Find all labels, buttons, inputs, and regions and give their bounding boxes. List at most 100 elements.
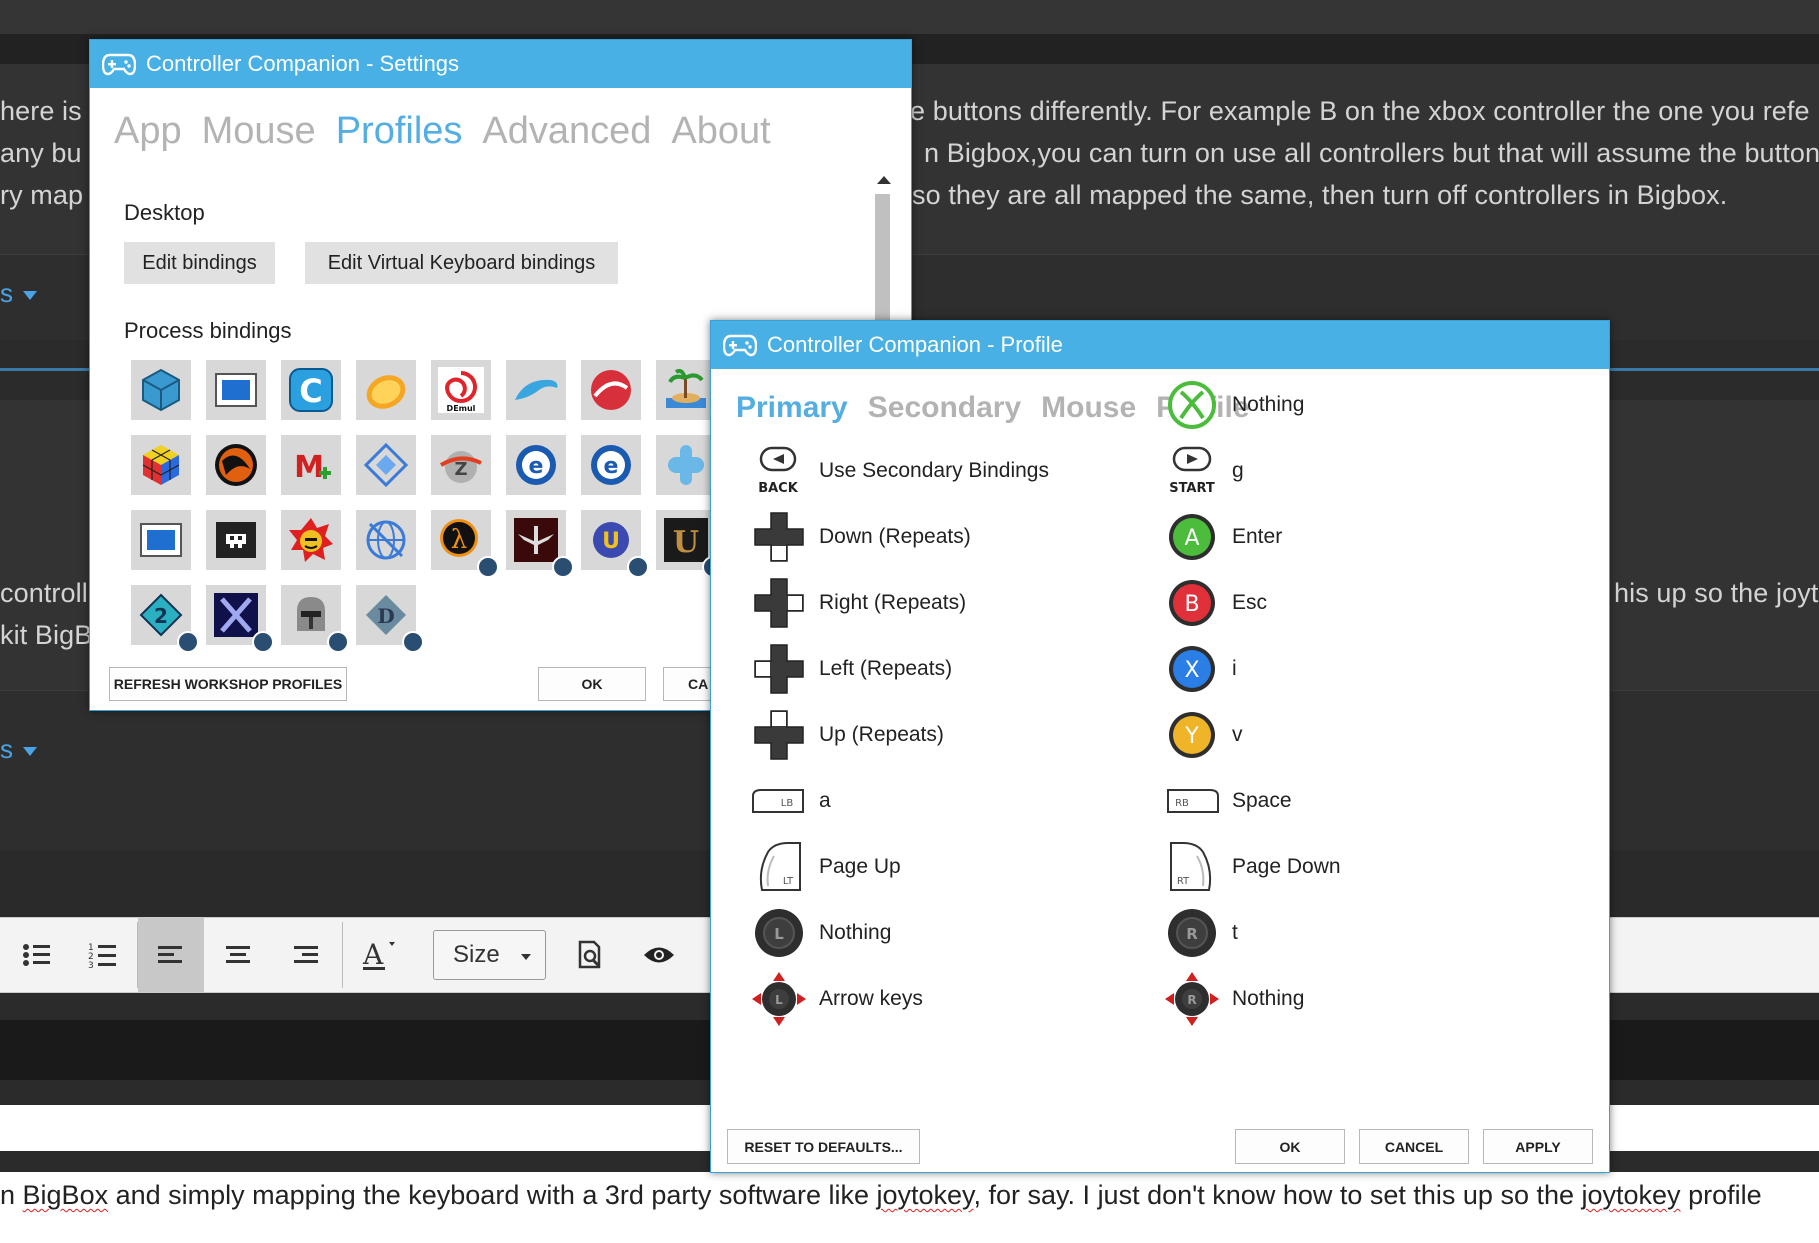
text-color-button[interactable]: A [346,918,412,992]
process-helmet-icon[interactable] [281,585,349,653]
steam-badge-icon [327,631,349,653]
align-left-button[interactable] [138,918,204,992]
process-window-icon[interactable] [131,510,191,570]
binding-left-stick-click[interactable]: L Nothing [751,907,891,959]
process-globe-icon[interactable] [356,510,416,570]
toggle-preview-button[interactable] [626,918,692,992]
process-serious-sam-icon[interactable] [281,510,341,570]
binding-dpad-right[interactable]: Right (Repeats) [751,577,966,629]
process-diablo-icon[interactable]: D [356,585,424,653]
preview-button[interactable] [558,918,624,992]
process-c-icon[interactable]: C [281,360,341,420]
binding-dpad-left[interactable]: Left (Repeats) [751,643,952,695]
svg-text:Y: Y [1184,724,1199,749]
profile-titlebar[interactable]: Controller Companion - Profile [711,321,1609,369]
align-right-button[interactable] [272,918,338,992]
tab-mouse[interactable]: Mouse [1041,391,1136,425]
scroll-up-arrow-icon[interactable] [877,176,891,184]
svg-text:B: B [1184,592,1199,617]
edit-bindings-button[interactable]: Edit bindings [124,242,275,284]
forum-text-line: his up so the joyto [1614,578,1819,608]
binding-dpad-down[interactable]: Down (Repeats) [751,511,971,563]
tab-app[interactable]: App [114,110,182,153]
left-stick-click-icon: L [751,905,807,961]
process-half-life-2-icon[interactable]: λ [431,510,499,578]
binding-back[interactable]: BACK Use Secondary Bindings [751,445,1049,497]
a-button-icon: A [1164,509,1220,565]
numbered-list-button[interactable]: 123 [70,918,136,992]
binding-guide[interactable]: Nothing [1164,379,1304,431]
process-demul-icon[interactable]: DEmul [431,360,491,420]
process-window-icon[interactable] [206,360,266,420]
process-retroarch-icon[interactable] [206,510,266,570]
bullet-list-button[interactable] [4,918,70,992]
profile-title: Controller Companion - Profile [767,332,1063,357]
text-color-icon: A [362,938,395,971]
b-button-icon: B [1164,575,1220,631]
align-right-icon [294,946,318,963]
binding-dpad-up[interactable]: Up (Repeats) [751,709,944,761]
toolbar-separator [342,922,343,988]
quote-link[interactable]: s [0,734,37,765]
dpad-up-icon [751,707,807,763]
process-palm-island-icon[interactable] [656,360,716,420]
binding-y[interactable]: Y v [1164,709,1243,761]
process-epsxe-icon[interactable]: e [581,435,641,495]
forum-text-line: so they are all mapped the same, then tu… [912,180,1728,210]
quote-link[interactable]: s [0,278,37,309]
binding-x[interactable]: X i [1164,643,1237,695]
process-unreal-icon[interactable]: U [656,510,724,578]
tab-profiles[interactable]: Profiles [336,110,463,153]
process-epsxe-icon[interactable]: e [506,435,566,495]
tab-primary[interactable]: Primary [736,391,848,425]
profile-ok-button[interactable]: OK [1235,1129,1345,1164]
tab-secondary[interactable]: Secondary [868,391,1021,425]
process-orange-slice-icon[interactable] [356,360,416,420]
process-cube-icon[interactable] [131,360,191,420]
font-size-dropdown[interactable]: Size [433,930,546,980]
binding-label: Up (Repeats) [819,723,944,746]
right-stick-move-icon: R [1164,971,1220,1027]
binding-label: Down (Repeats) [819,525,971,548]
binding-label: Nothing [1232,393,1305,416]
process-zsnes-icon[interactable]: Z [431,435,491,495]
profile-apply-button[interactable]: APPLY [1483,1129,1593,1164]
edit-virtual-keyboard-button[interactable]: Edit Virtual Keyboard bindings [305,242,618,284]
process-x-game-icon[interactable] [206,585,274,653]
process-ppsspp-icon[interactable] [656,435,716,495]
dpad-down-icon [751,509,807,565]
binding-right-stick-move[interactable]: R Nothing [1164,971,1304,1027]
tab-about[interactable]: About [671,110,770,153]
binding-a[interactable]: A Enter [1164,511,1282,563]
reset-to-defaults-button[interactable]: RESET TO DEFAULTS... [727,1129,920,1164]
profile-cancel-button[interactable]: CANCEL [1359,1129,1469,1164]
binding-b[interactable]: B Esc [1164,577,1267,629]
binding-rt[interactable]: RT Page Down [1164,841,1341,893]
binding-right-stick-click[interactable]: R t [1164,907,1238,959]
process-rubik-cube-icon[interactable] [131,435,191,495]
process-wolfenstein-icon[interactable] [506,510,574,578]
process-diamond-icon[interactable] [356,435,416,495]
process-unreal-tournament-icon[interactable]: U [581,510,649,578]
tab-mouse[interactable]: Mouse [202,110,316,153]
binding-start[interactable]: START g [1164,445,1244,497]
binding-label: Esc [1232,591,1268,614]
svg-text:U: U [673,525,699,560]
refresh-workshop-profiles-button[interactable]: REFRESH WORKSHOP PROFILES [109,667,347,701]
binding-lt[interactable]: LT Page Up [751,841,901,893]
settings-titlebar[interactable]: Controller Companion - Settings [90,40,911,88]
process-red-circle-icon[interactable] [581,360,641,420]
process-mame-plus-icon[interactable]: M [281,435,341,495]
tab-advanced[interactable]: Advanced [482,110,651,153]
binding-label: Page Down [1232,855,1341,878]
align-center-button[interactable] [205,918,271,992]
numbered-list-icon: 123 [88,943,116,969]
binding-lb[interactable]: LB a [751,775,831,827]
process-mortal-kombat-icon[interactable] [206,435,266,495]
process-tomb-2-icon[interactable]: 2 [131,585,199,653]
settings-ok-button[interactable]: OK [538,667,646,701]
process-dolphin-icon[interactable] [506,360,566,420]
binding-rb[interactable]: RB Space [1164,775,1292,827]
binding-left-stick-move[interactable]: L Arrow keys [751,972,923,1026]
lb-bumper-icon: LB [751,773,807,829]
